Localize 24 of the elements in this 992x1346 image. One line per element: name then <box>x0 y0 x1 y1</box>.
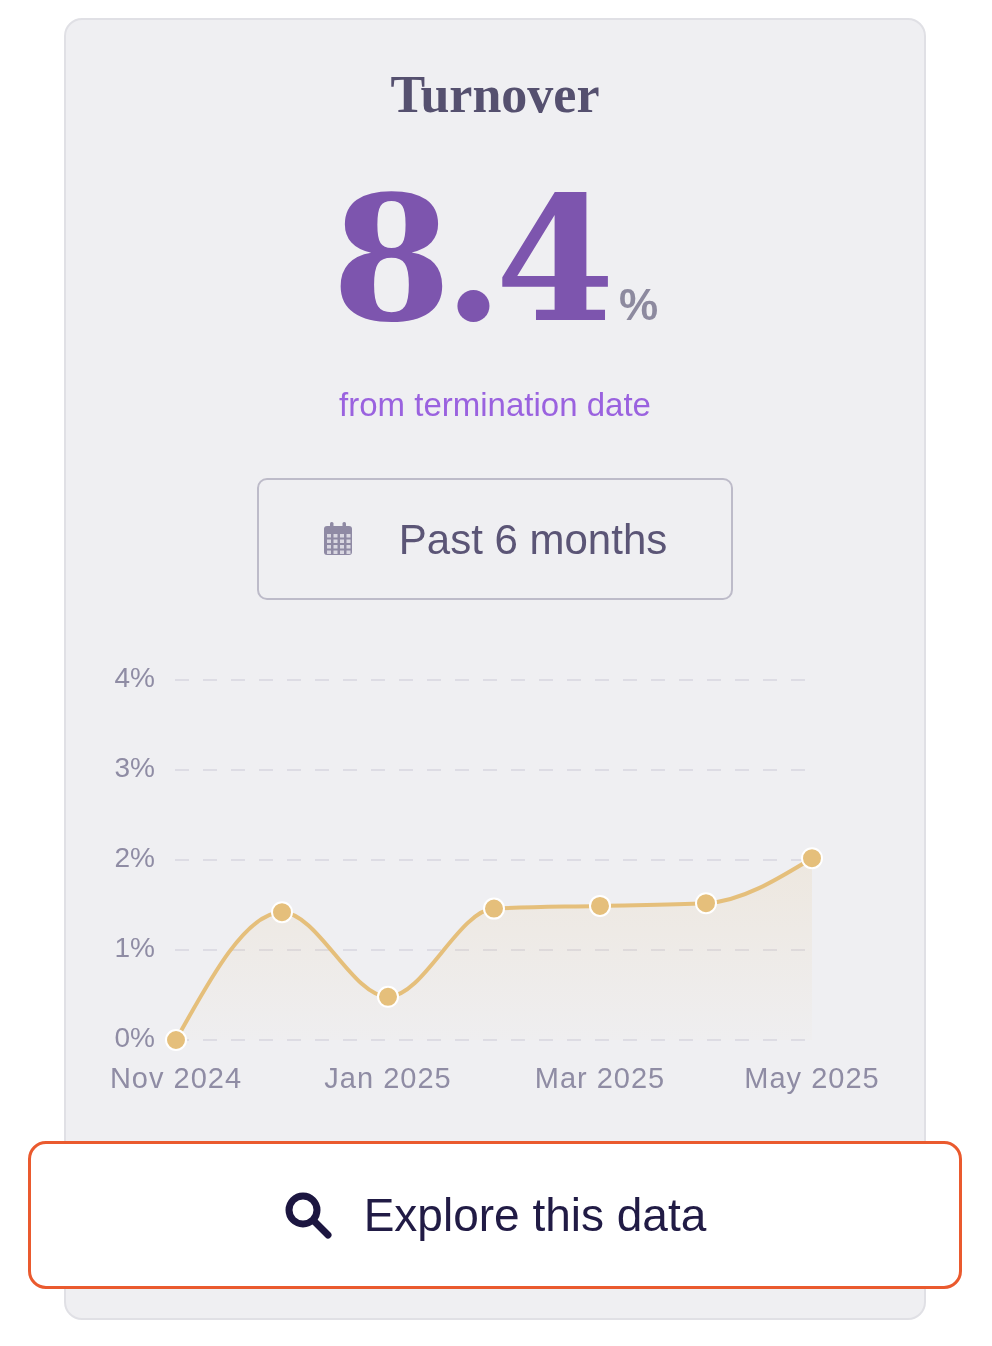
data-point <box>589 894 611 917</box>
axis-label: Nov 2024 <box>109 1061 243 1094</box>
axis-label: May 2025 <box>744 1061 880 1094</box>
card-title: Turnover <box>390 65 600 125</box>
data-point <box>483 897 505 920</box>
explore-button[interactable]: Explore this data <box>28 1141 962 1289</box>
data-point <box>695 892 717 915</box>
axis-label: 4% <box>114 662 155 694</box>
axis-label: 2% <box>114 842 155 874</box>
date-range-button[interactable]: Past 6 months <box>257 478 733 600</box>
search-icon <box>283 1191 332 1239</box>
subtitle: from termination date <box>339 387 651 423</box>
data-point <box>271 901 293 924</box>
unit-label: % <box>619 283 659 327</box>
axis-label: Jan 2025 <box>324 1061 452 1094</box>
data-point <box>377 985 399 1008</box>
metric-value: 8.4 <box>331 157 609 363</box>
axis-label: Mar 2025 <box>534 1061 666 1094</box>
data-point <box>165 1029 187 1051</box>
axis-label: 3% <box>114 752 155 784</box>
axis-label: 0% <box>114 1022 155 1054</box>
calendar-icon <box>322 522 353 556</box>
data-point <box>801 847 823 870</box>
axis-label: 1% <box>114 932 155 964</box>
